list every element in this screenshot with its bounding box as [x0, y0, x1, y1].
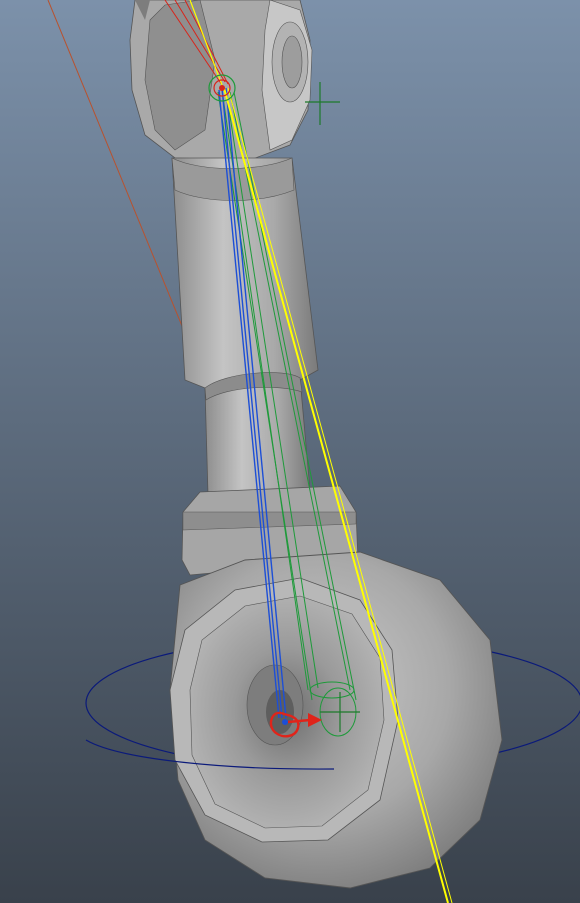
viewport-canvas[interactable]: [0, 0, 580, 903]
lower-shaft-mesh[interactable]: [204, 377, 311, 503]
3d-viewport[interactable]: [0, 0, 580, 903]
end-joint-icon[interactable]: [282, 719, 288, 725]
